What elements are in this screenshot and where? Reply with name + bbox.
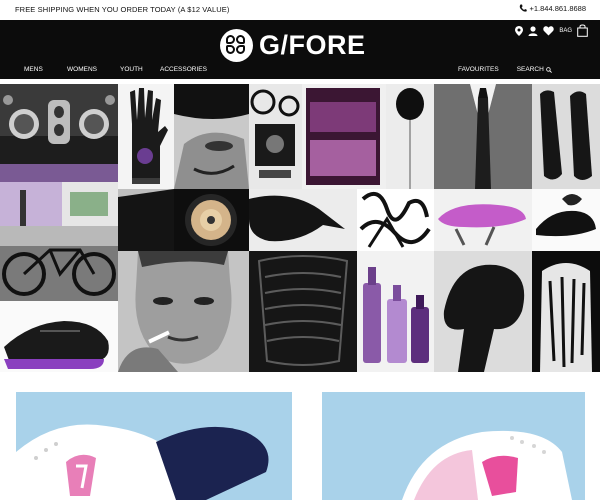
paint-portrait-image: [532, 251, 600, 372]
navy-pink-golf-shoe-image: [16, 392, 292, 500]
black-balloon-image: [386, 84, 434, 189]
purple-golf-glove-image: [118, 84, 174, 189]
black-car-grille-image: [249, 251, 357, 372]
pencils-image: [174, 189, 249, 251]
product-card-pink-shoe[interactable]: [322, 392, 585, 500]
vintage-car-image: [0, 84, 118, 164]
free-shipping-text: FREE SHIPPING WHEN YOU ORDER TODAY (A $1…: [15, 5, 230, 14]
smoking-man-image: [118, 251, 249, 372]
secondary-nav: FAVOURITES SEARCH: [458, 66, 552, 73]
phone-number[interactable]: +1.844.861.8688: [519, 4, 586, 13]
nav-accessories[interactable]: ACCESSORIES: [160, 66, 207, 73]
nav-youth[interactable]: YOUTH: [120, 66, 160, 73]
purple-painting-image: [302, 84, 386, 189]
logo-wordmark: G/FORE: [259, 30, 366, 60]
purple-bike-saddle-image: [434, 189, 532, 251]
fixed-gear-bike-image: [0, 226, 118, 301]
heart-icon[interactable]: [543, 25, 555, 36]
location-icon[interactable]: [515, 25, 524, 36]
woman-hair-image: [434, 251, 532, 372]
purple-building-image: [0, 164, 118, 226]
nav-womens[interactable]: WOMENS: [67, 66, 120, 73]
search-icon: [545, 66, 552, 73]
nav-mens[interactable]: MENS: [24, 66, 67, 73]
promo-bar: FREE SHIPPING WHEN YOU ORDER TODAY (A $1…: [0, 0, 600, 20]
product-row: [0, 372, 600, 500]
crow-image: [249, 189, 357, 251]
nav-search[interactable]: SEARCH: [517, 66, 552, 73]
white-pink-golf-shoe-image: [322, 392, 585, 500]
purple-bottles-image: [357, 251, 434, 372]
lifestyle-collage: [0, 84, 600, 372]
purple-sole-shoe-image: [0, 301, 118, 372]
phone-text: +1.844.861.8688: [529, 4, 586, 13]
black-golf-shoes-image: [532, 84, 600, 189]
search-label: SEARCH: [516, 66, 544, 73]
account-icon[interactable]: [528, 25, 538, 36]
film-projector-image: [249, 84, 302, 189]
nav-favourites[interactable]: FAVOURITES: [458, 66, 499, 73]
black-building-image: [118, 189, 174, 251]
header-utility-icons: BAG: [515, 24, 588, 37]
graffiti-image: [357, 189, 434, 251]
suit-and-tie-image: [434, 84, 532, 189]
black-shoe-splash-image: [532, 189, 600, 251]
bw-face-image: [174, 84, 249, 189]
bag-label[interactable]: BAG: [559, 28, 572, 34]
site-header: G/FORE BAG MENS WOMENS YOUTH ACCESSORIES…: [0, 20, 600, 79]
phone-icon: [520, 4, 528, 12]
bag-icon[interactable]: [577, 24, 588, 37]
main-nav: MENS WOMENS YOUTH ACCESSORIES: [24, 66, 207, 73]
gfore-logo-mark: [220, 29, 253, 62]
product-card-navy-pink-shoe[interactable]: [16, 392, 292, 500]
gfore-logo[interactable]: G/FORE: [220, 29, 366, 62]
